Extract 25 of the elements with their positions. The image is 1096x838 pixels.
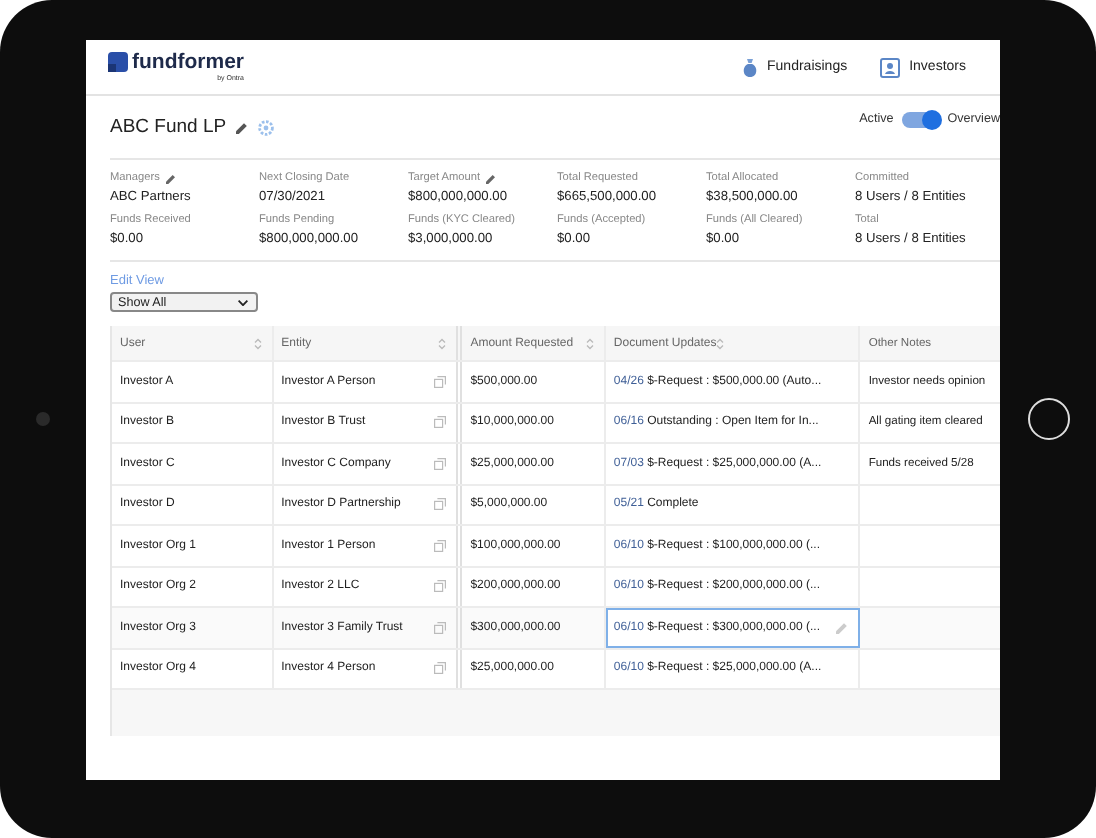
copy-icon[interactable] (434, 416, 447, 429)
copy-icon[interactable] (434, 539, 447, 552)
money-bag-icon (741, 57, 758, 77)
copy-icon[interactable] (434, 375, 447, 388)
active-toggle[interactable] (901, 111, 940, 127)
logo-icon (108, 52, 128, 72)
camera-icon (36, 412, 50, 426)
sort-icon[interactable] (585, 337, 594, 349)
pencil-icon[interactable] (236, 121, 249, 133)
pencil-icon[interactable] (165, 173, 176, 183)
caret-icon (238, 299, 248, 305)
contact-card-icon (879, 57, 900, 77)
logo-wordmark: fundformer (132, 52, 244, 74)
copy-icon[interactable] (434, 621, 447, 634)
copy-icon[interactable] (434, 457, 447, 470)
sort-icon[interactable] (716, 337, 725, 349)
sort-icon[interactable] (438, 337, 447, 349)
gear-icon[interactable] (258, 119, 275, 135)
sort-icon[interactable] (253, 337, 262, 349)
fund-title: ABC Fund LP (110, 116, 227, 138)
pencil-icon[interactable] (486, 173, 497, 183)
home-button[interactable] (1027, 398, 1069, 440)
copy-icon[interactable] (434, 498, 447, 511)
copy-icon[interactable] (434, 580, 447, 593)
copy-icon[interactable] (434, 662, 447, 675)
